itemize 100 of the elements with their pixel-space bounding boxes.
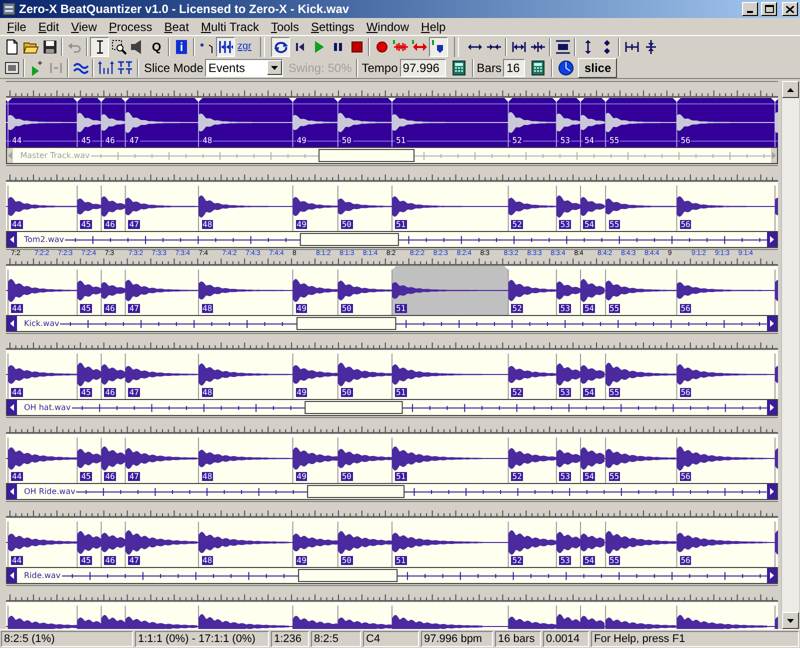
track-scrollbar[interactable]: OH hat.wav bbox=[6, 399, 778, 416]
right-arrow-icon bbox=[772, 152, 776, 159]
menu-item[interactable]: Tools bbox=[264, 18, 305, 36]
toolbar-button[interactable] bbox=[429, 36, 448, 56]
track-scrollbar[interactable]: Tom2.wav bbox=[6, 231, 778, 248]
bars-field[interactable]: 16 bbox=[503, 58, 526, 76]
scroll-left-button[interactable] bbox=[7, 400, 17, 415]
tt-icon bbox=[116, 60, 132, 76]
slice-label: 45 bbox=[80, 304, 92, 313]
scroll-left-button[interactable] bbox=[7, 232, 17, 247]
toolbar-button[interactable]: zgr bbox=[235, 36, 254, 56]
tempo-field[interactable]: 97.996 bbox=[400, 58, 446, 76]
track-scrollbar[interactable]: OH Ride.wav bbox=[6, 483, 778, 500]
scroll-right-button[interactable] bbox=[767, 484, 777, 499]
calculator-icon bbox=[450, 60, 467, 76]
slice-label: 52 bbox=[511, 556, 523, 565]
slice-label: 53 bbox=[559, 472, 572, 481]
slice-label: 45 bbox=[80, 556, 92, 565]
beat-ticks-icon bbox=[98, 60, 114, 76]
vertical-scrollbar[interactable] bbox=[781, 81, 799, 629]
slice-label: 49 bbox=[296, 304, 308, 313]
close-button[interactable] bbox=[782, 2, 798, 16]
slice-label: 56 bbox=[680, 136, 692, 145]
slice-label: 56 bbox=[680, 472, 692, 481]
scroll-right-button[interactable] bbox=[767, 400, 777, 415]
slice-label: 54 bbox=[583, 136, 596, 145]
maximize-button[interactable] bbox=[761, 2, 777, 16]
left-arrow-icon bbox=[10, 404, 14, 411]
menu-item[interactable]: File bbox=[1, 18, 32, 36]
waveform-track[interactable]: 44 45 46 47 48 49 50 51 52 53 54 55 56 bbox=[6, 349, 778, 399]
toolbar-button[interactable] bbox=[271, 36, 290, 56]
menu-item[interactable]: View bbox=[65, 18, 103, 36]
grid-icon bbox=[4, 60, 20, 76]
slice-label: 50 bbox=[340, 136, 352, 145]
scroll-down-button[interactable] bbox=[782, 612, 799, 629]
slice-label: 51 bbox=[395, 388, 407, 397]
right-arrow-icon bbox=[770, 236, 774, 243]
track-name: Tom2.wav bbox=[23, 235, 66, 244]
new-file-icon bbox=[4, 38, 20, 54]
slice-markers-icon bbox=[218, 38, 234, 54]
slice-label: 52 bbox=[511, 220, 523, 229]
left-arrow-icon bbox=[10, 236, 14, 243]
waveform-track[interactable]: 44 45 46 47 48 49 50 51 52 53 54 55 56 bbox=[6, 433, 778, 483]
up-arrow-icon bbox=[787, 88, 794, 92]
menu-item[interactable]: Multi Track bbox=[194, 18, 265, 36]
slice-label: 51 bbox=[395, 472, 407, 481]
track-name: OH Ride.wav bbox=[23, 487, 76, 496]
slice-label: 51 bbox=[395, 304, 407, 313]
waveform-track[interactable]: 44 45 46 47 48 49 50 51 52 53 54 55 56 bbox=[6, 265, 778, 315]
status-pane: 1:1:1 (0%) - 17:1:1 (0%) bbox=[135, 631, 269, 647]
slice-label: 45 bbox=[80, 136, 92, 145]
clock-button[interactable] bbox=[556, 58, 576, 78]
menu-item[interactable]: Settings bbox=[304, 18, 360, 36]
menu-item[interactable]: Window bbox=[360, 18, 416, 36]
zoom-selection-icon bbox=[110, 38, 126, 54]
scroll-left-button[interactable] bbox=[7, 316, 17, 331]
menu-item[interactable]: Edit bbox=[32, 18, 66, 36]
slice-label: 54 bbox=[583, 388, 596, 397]
toolbar-button[interactable]: Q bbox=[147, 36, 166, 56]
slice-button[interactable]: slice bbox=[578, 58, 618, 78]
toolbar-button[interactable] bbox=[216, 36, 235, 56]
slice-label: 56 bbox=[680, 556, 692, 565]
slice-label: 47 bbox=[128, 220, 140, 229]
slice-label: 48 bbox=[202, 556, 214, 565]
scroll-left-button[interactable] bbox=[7, 484, 17, 499]
slice-mode-label: Slice Mode bbox=[144, 60, 204, 76]
slice-label: 45 bbox=[80, 388, 92, 397]
waveform-track[interactable]: 44 45 46 47 48 49 50 51 52 53 54 55 56 bbox=[6, 181, 778, 231]
toolbar-button[interactable]: i bbox=[172, 36, 191, 56]
calculator-icon bbox=[530, 60, 546, 76]
scroll-left-button[interactable] bbox=[7, 568, 17, 583]
slice-label: 50 bbox=[340, 388, 352, 397]
slice-label: 52 bbox=[511, 304, 523, 313]
slice-label: 56 bbox=[680, 304, 692, 313]
menu-item[interactable]: Help bbox=[415, 18, 452, 36]
toolbar-button[interactable] bbox=[90, 36, 109, 56]
menu-item[interactable]: Process bbox=[102, 18, 158, 36]
waveform-track[interactable]: 44 45 46 47 48 49 50 51 52 53 54 55 56 bbox=[6, 97, 778, 147]
close-icon bbox=[786, 6, 794, 12]
status-pane: 1:236 bbox=[271, 631, 309, 647]
track-scrollbar[interactable]: Ride.wav bbox=[6, 567, 778, 584]
slice-label: 53 bbox=[559, 220, 572, 229]
slice-mode-dropdown[interactable]: Events bbox=[205, 58, 284, 76]
track-scrollbar[interactable]: Kick.wav bbox=[6, 315, 778, 332]
slice-label: 49 bbox=[296, 472, 308, 481]
slice-label: 44 bbox=[11, 472, 23, 481]
scroll-right-button[interactable] bbox=[767, 568, 777, 583]
bars-label: Bars bbox=[476, 60, 502, 76]
slice-label: 52 bbox=[511, 136, 523, 145]
scroll-right-button[interactable] bbox=[767, 316, 777, 331]
slice-label: 48 bbox=[202, 472, 214, 481]
slice-label: 45 bbox=[80, 472, 92, 481]
slice-label: 55 bbox=[608, 472, 620, 481]
scroll-right-button[interactable] bbox=[767, 232, 777, 247]
minimize-button[interactable] bbox=[742, 2, 758, 16]
waveform-track[interactable]: 44 45 46 47 48 49 50 51 52 53 54 55 56 bbox=[6, 517, 778, 567]
menu-item[interactable]: Beat bbox=[158, 18, 195, 36]
scroll-up-button[interactable] bbox=[782, 81, 799, 98]
right-arrow-icon bbox=[770, 488, 774, 495]
tempo-label: Tempo bbox=[362, 60, 398, 76]
